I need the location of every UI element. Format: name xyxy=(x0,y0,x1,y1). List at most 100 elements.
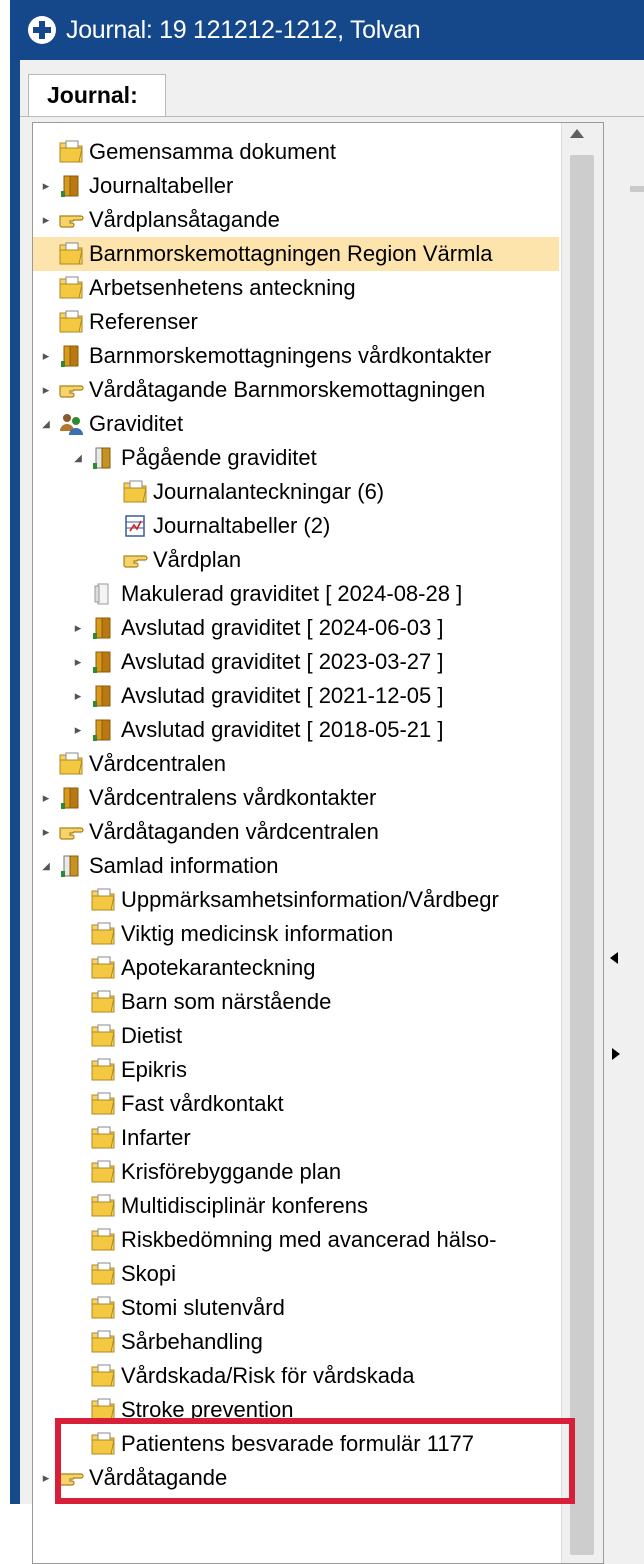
tree-item-label: Stomi slutenvård xyxy=(121,1295,285,1320)
tree-item[interactable]: Apotekaranteckning xyxy=(33,951,591,985)
title-bar: Journal: 19 121212-1212, Tolvan xyxy=(10,0,644,60)
tree-item-label: Vårdåtaganden vårdcentralen xyxy=(89,819,379,844)
tab-divider xyxy=(20,116,644,117)
folder-doc-icon xyxy=(89,1431,117,1457)
tree-item[interactable]: Vårdcentralen xyxy=(33,747,559,781)
expand-arrow-icon[interactable]: ▸ xyxy=(71,654,85,669)
tree-item[interactable]: Skopi xyxy=(33,1257,591,1291)
tree-item[interactable]: Vårdskada/Risk för vårdskada xyxy=(33,1359,591,1393)
table-doc-icon xyxy=(121,513,149,539)
journal-tree[interactable]: ▸ Vårdåtagande Patientens besvarade formul… xyxy=(32,122,604,1564)
expand-arrow-icon[interactable]: ▸ xyxy=(39,348,53,363)
tree-item[interactable]: Barnmorskemottagningen Region Värmla xyxy=(33,237,559,271)
expand-arrow-icon[interactable]: ▸ xyxy=(39,178,53,193)
tree-item[interactable]: ▸ Barnmorskemottagningens vårdkontakter xyxy=(33,339,559,373)
tree-item[interactable]: Uppmärksamhetsinformation/Vårdbegr xyxy=(33,883,591,917)
tree-item[interactable]: Stomi slutenvård xyxy=(33,1291,591,1325)
tree-item[interactable]: Infarter xyxy=(33,1121,591,1155)
tab-journal[interactable]: Journal: xyxy=(28,74,166,116)
tree-item[interactable]: Stroke prevention xyxy=(33,1393,591,1427)
tree-item[interactable]: Patientens besvarade formulär 1177 xyxy=(33,1427,591,1461)
tree-item-label: Gemensamma dokument xyxy=(89,139,336,164)
tree-item[interactable]: Krisförebyggande plan xyxy=(33,1155,591,1189)
tree-item[interactable]: Referenser xyxy=(33,305,559,339)
tree-item-label: Samlad information xyxy=(89,853,279,878)
expand-arrow-icon[interactable]: ▸ xyxy=(71,688,85,703)
tree-item-label: Viktig medicinsk information xyxy=(121,921,394,946)
folder-doc-icon xyxy=(89,1295,117,1321)
folder-doc-icon xyxy=(89,1193,117,1219)
expand-arrow-icon[interactable]: ▸ xyxy=(39,382,53,397)
expand-arrow-icon[interactable]: ▸ xyxy=(39,790,53,805)
folder-doc-icon xyxy=(57,275,85,301)
tree-item-label: Avslutad graviditet [ 2021-12-05 ] xyxy=(121,683,444,708)
tree-item[interactable]: Multidisciplinär konferens xyxy=(33,1189,591,1223)
left-edge xyxy=(0,0,10,1504)
medical-cross-icon xyxy=(28,16,56,44)
tree-item[interactable]: Journalanteckningar (6) xyxy=(33,475,603,509)
tree-item[interactable]: Sårbehandling xyxy=(33,1325,591,1359)
panel-edge xyxy=(630,186,644,192)
pointing-hand-icon xyxy=(57,1465,85,1491)
folder-doc-icon xyxy=(89,1023,117,1049)
book-icon xyxy=(57,173,85,199)
collapse-arrow-icon[interactable]: ◢ xyxy=(39,417,53,431)
tree-item[interactable]: ▸ Avslutad graviditet [ 2024-06-03 ] xyxy=(33,611,591,645)
tree-item-label: Multidisciplinär konferens xyxy=(121,1193,368,1218)
folder-doc-icon xyxy=(89,1125,117,1151)
tree-item[interactable]: ◢ Samlad information xyxy=(33,849,559,883)
tree-item[interactable]: ▸ Vårdåtaganden vårdcentralen xyxy=(33,815,559,849)
tree-item[interactable]: ▸ Vårdcentralens vårdkontakter xyxy=(33,781,559,815)
tree-item[interactable]: Makulerad graviditet [ 2024-08-28 ] xyxy=(33,577,591,611)
tree-item[interactable]: ▸ Vårdåtagande Barnmorskemottagningen xyxy=(33,373,559,407)
tree-item[interactable]: Vårdplan xyxy=(33,543,603,577)
tree-item[interactable]: Gemensamma dokument xyxy=(33,135,559,169)
expand-right-icon[interactable] xyxy=(612,1048,620,1060)
tree-item-label: Arbetsenhetens anteckning xyxy=(89,275,356,300)
tree-item[interactable]: ▸ Avslutad graviditet [ 2018-05-21 ] xyxy=(33,713,591,747)
expand-arrow-icon[interactable]: ▸ xyxy=(39,1470,53,1485)
tree-item-label: Referenser xyxy=(89,309,198,334)
scroll-up-icon[interactable] xyxy=(570,129,584,138)
collapse-arrow-icon[interactable]: ◢ xyxy=(39,859,53,873)
collapse-arrow-icon[interactable]: ◢ xyxy=(71,451,85,465)
tree-item[interactable]: ▸ Vårdplansåtagande xyxy=(33,203,559,237)
folder-doc-icon xyxy=(89,1159,117,1185)
window-title: Journal: 19 121212-1212, Tolvan xyxy=(66,15,421,44)
tree-item[interactable]: Epikris xyxy=(33,1053,591,1087)
tree-item[interactable]: ◢ Graviditet xyxy=(33,407,559,441)
expand-arrow-icon[interactable]: ▸ xyxy=(39,212,53,227)
pointing-hand-icon xyxy=(57,819,85,845)
scroll-thumb[interactable] xyxy=(570,155,594,1555)
folder-doc-icon xyxy=(89,1227,117,1253)
tree-item[interactable]: Fast vårdkontakt xyxy=(33,1087,591,1121)
tree-item[interactable]: ◢ Pågående graviditet xyxy=(33,441,591,475)
tree-item[interactable]: ▸ Avslutad graviditet [ 2021-12-05 ] xyxy=(33,679,591,713)
tree-item-label: Apotekaranteckning xyxy=(121,955,316,980)
collapse-left-icon[interactable] xyxy=(610,952,618,964)
tree-item-label: Makulerad graviditet [ 2024-08-28 ] xyxy=(121,581,463,606)
folder-doc-icon xyxy=(57,309,85,335)
tree-item-label: Avslutad graviditet [ 2018-05-21 ] xyxy=(121,717,444,742)
tree-item[interactable]: ▸ Vårdåtagande xyxy=(33,1461,559,1495)
tree-item[interactable]: Dietist xyxy=(33,1019,591,1053)
tree-item[interactable]: Arbetsenhetens anteckning xyxy=(33,271,559,305)
expand-arrow-icon[interactable]: ▸ xyxy=(39,824,53,839)
splitter-panel xyxy=(604,122,644,1564)
expand-arrow-icon[interactable]: ▸ xyxy=(71,620,85,635)
tree-item[interactable]: ▸ Journaltabeller xyxy=(33,169,559,203)
tree-item[interactable]: Barn som närstående xyxy=(33,985,591,1019)
folder-doc-icon xyxy=(89,989,117,1015)
expand-arrow-icon[interactable]: ▸ xyxy=(71,722,85,737)
tree-item[interactable]: ▸ Avslutad graviditet [ 2023-03-27 ] xyxy=(33,645,591,679)
tree-item[interactable]: Journaltabeller (2) xyxy=(33,509,603,543)
tree-item[interactable]: Viktig medicinsk information xyxy=(33,917,591,951)
tree-item[interactable]: Riskbedömning med avancerad hälso- xyxy=(33,1223,591,1257)
folder-doc-icon xyxy=(89,1261,117,1287)
folder-doc-icon xyxy=(89,921,117,947)
tree-item-label: Pågående graviditet xyxy=(121,445,317,470)
tree-scrollbar[interactable] xyxy=(561,123,603,1563)
book-icon xyxy=(89,683,117,709)
tree-item-label: Vårdplansåtagande xyxy=(89,207,280,232)
folder-doc-icon xyxy=(121,479,149,505)
